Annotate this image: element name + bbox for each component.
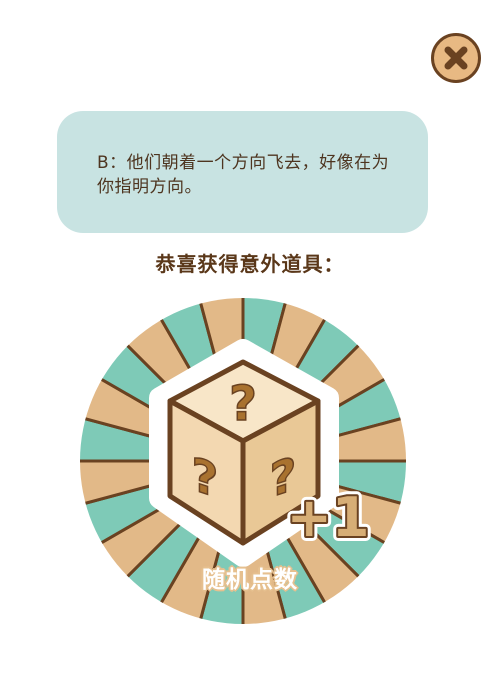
close-button[interactable] [431, 33, 481, 83]
close-x-icon [444, 46, 468, 70]
dialog-text: B：他们朝着一个方向飞去，好像在为你指明方向。 [97, 153, 390, 197]
reward-headline: 恭喜获得意外道具： [155, 252, 345, 276]
bonus-label-outline: +1 [287, 486, 370, 549]
dice-left-mark: ? [192, 447, 219, 509]
dialog-box: B：他们朝着一个方向飞去，好像在为你指明方向。 [57, 111, 428, 233]
dice-top-mark: ? [229, 376, 257, 432]
reward-popup: B：他们朝着一个方向飞去，好像在为你指明方向。 恭喜获得意外道具： ? ? ? [0, 0, 500, 700]
item-name: 随机点数 [202, 567, 298, 593]
